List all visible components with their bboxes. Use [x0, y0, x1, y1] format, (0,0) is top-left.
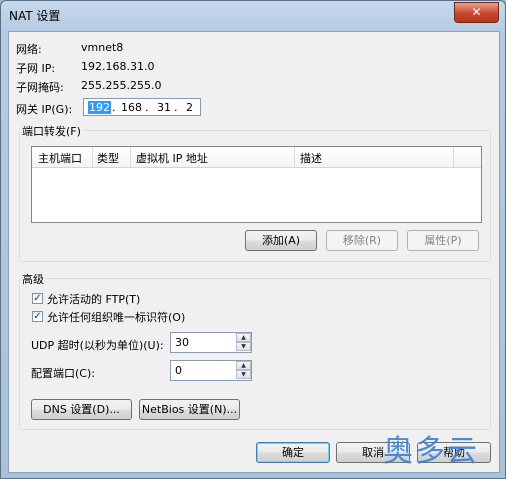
window-title: NAT 设置: [9, 9, 61, 23]
config-port-spinner[interactable]: ▲ ▼: [236, 361, 251, 380]
port-forwarding-title: 端口转发(F): [20, 123, 83, 139]
gateway-ip-input[interactable]: 192 . 168 . 31 . 2: [83, 98, 201, 116]
config-port-label: 配置端口(C):: [31, 367, 95, 380]
advanced-title: 高级: [20, 271, 46, 287]
subnet-ip-label: 子网 IP:: [16, 62, 56, 75]
allow-ftp-label[interactable]: 允许活动的 FTP(T): [47, 291, 140, 307]
udp-timeout-label: UDP 超时(以秒为单位)(U):: [31, 339, 164, 352]
subnet-ip-value: 192.168.31.0: [81, 60, 155, 73]
properties-button[interactable]: 属性(P): [407, 230, 479, 251]
subnet-mask-label: 子网掩码:: [16, 81, 64, 94]
column-separator[interactable]: [453, 147, 454, 167]
network-label: 网络:: [16, 43, 42, 56]
list-header: 主机端口 类型 虚拟机 IP 地址 描述: [32, 147, 481, 168]
config-port-value[interactable]: 0: [175, 364, 182, 377]
spin-up-icon[interactable]: ▲: [236, 361, 251, 370]
column-separator[interactable]: [294, 147, 295, 167]
column-type[interactable]: 类型: [97, 150, 119, 166]
spin-down-icon[interactable]: ▼: [236, 342, 251, 351]
nat-settings-window: NAT 设置 ✕ 网络: vmnet8 子网 IP: 192.168.31.0 …: [0, 0, 506, 479]
gateway-octet-4[interactable]: 2: [186, 101, 193, 114]
ip-dot: .: [112, 101, 116, 114]
column-separator[interactable]: [92, 147, 93, 167]
dns-settings-button[interactable]: DNS 设置(D)...: [31, 399, 132, 420]
port-forwarding-list[interactable]: 主机端口 类型 虚拟机 IP 地址 描述: [31, 146, 482, 223]
subnet-mask-value: 255.255.255.0: [81, 79, 162, 92]
dialog-client: 网络: vmnet8 子网 IP: 192.168.31.0 子网掩码: 255…: [8, 31, 500, 473]
ip-dot: .: [145, 101, 149, 114]
ok-button[interactable]: 确定: [256, 442, 330, 463]
gateway-label: 网关 IP(G):: [16, 103, 73, 116]
close-button[interactable]: ✕: [454, 2, 499, 23]
spin-down-icon[interactable]: ▼: [236, 370, 251, 379]
watermark-logo: 奥多云: [383, 434, 479, 469]
gateway-octet-2[interactable]: 168: [121, 101, 142, 114]
add-button[interactable]: 添加(A): [245, 230, 317, 251]
allow-oui-label[interactable]: 允许任何组织唯一标识符(O): [47, 309, 185, 325]
udp-timeout-stepper[interactable]: 30 ▲ ▼: [170, 332, 252, 353]
udp-timeout-value[interactable]: 30: [175, 336, 189, 349]
allow-ftp-checkbox[interactable]: ✓: [32, 293, 43, 304]
allow-oui-checkbox[interactable]: ✓: [32, 311, 43, 322]
network-value: vmnet8: [81, 41, 124, 54]
column-host-port[interactable]: 主机端口: [38, 150, 82, 166]
udp-timeout-spinner[interactable]: ▲ ▼: [236, 333, 251, 352]
remove-button[interactable]: 移除(R): [326, 230, 398, 251]
netbios-settings-button[interactable]: NetBios 设置(N)...: [139, 399, 240, 420]
column-description[interactable]: 描述: [300, 150, 322, 166]
title-bar[interactable]: NAT 设置 ✕: [1, 1, 505, 27]
ip-dot: .: [174, 101, 178, 114]
column-vm-ip[interactable]: 虚拟机 IP 地址: [136, 150, 208, 166]
spin-up-icon[interactable]: ▲: [236, 333, 251, 342]
gateway-octet-3[interactable]: 31: [157, 101, 171, 114]
gateway-octet-1[interactable]: 192: [88, 101, 111, 114]
column-separator[interactable]: [130, 147, 131, 167]
config-port-stepper[interactable]: 0 ▲ ▼: [170, 360, 252, 381]
